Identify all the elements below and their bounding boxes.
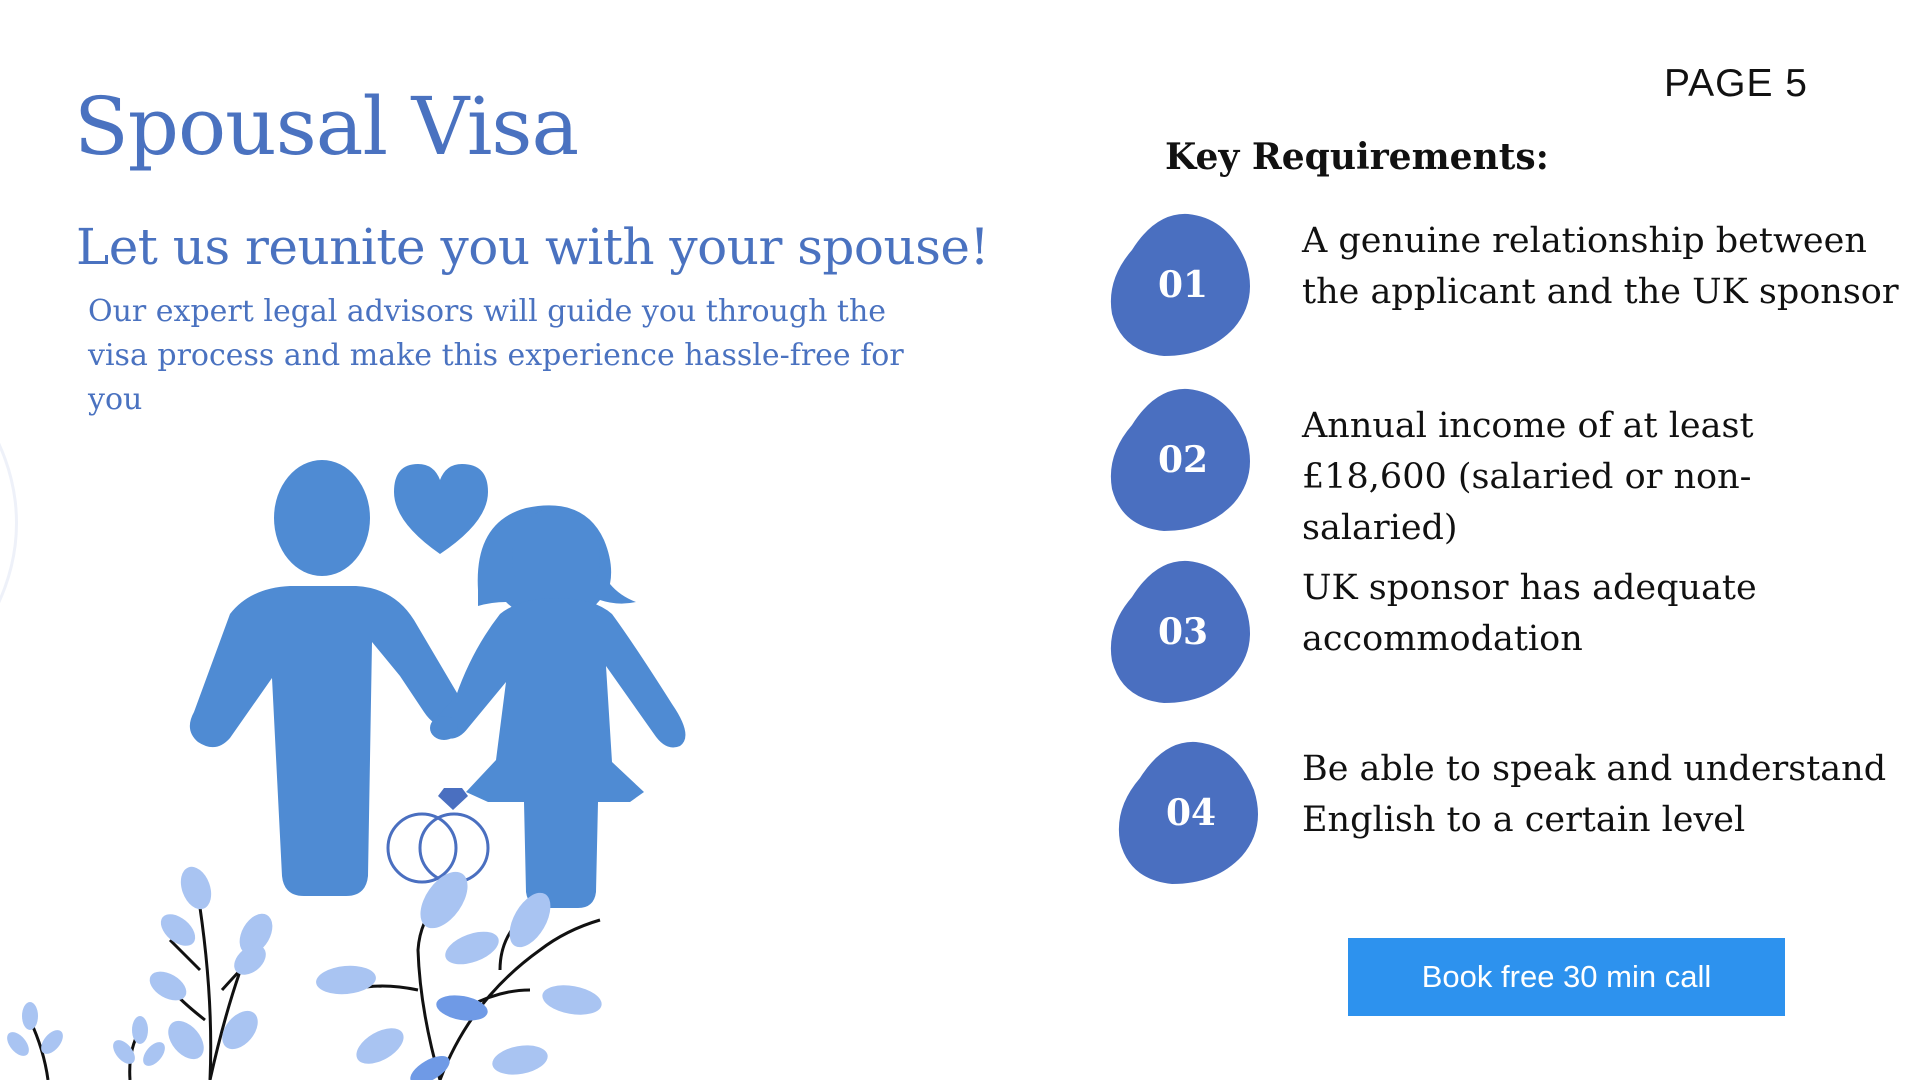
requirement-badge: 02 xyxy=(1108,385,1258,535)
requirement-text: UK sponsor has adequate accommodation xyxy=(1302,568,1757,659)
requirement-text: A genuine relationship between the appli… xyxy=(1302,221,1899,312)
requirements-list: 01 A genuine relationship between the ap… xyxy=(0,0,1920,1080)
requirement-text: Annual income of at least £18,600 (salar… xyxy=(1302,406,1754,548)
requirement-badge: 01 xyxy=(1108,210,1258,360)
requirement-item: 03 UK sponsor has adequate accommodation xyxy=(1108,557,1908,707)
requirement-item: 01 A genuine relationship between the ap… xyxy=(1108,210,1908,360)
requirement-number: 04 xyxy=(1165,792,1217,834)
requirement-badge: 04 xyxy=(1116,738,1266,888)
page: PAGE 5 Spousal Visa Let us reunite you w… xyxy=(0,0,1920,1080)
book-call-button[interactable]: Book free 30 min call xyxy=(1348,938,1785,1016)
requirement-badge: 03 xyxy=(1108,557,1258,707)
requirement-number: 02 xyxy=(1157,439,1209,481)
requirement-text: Be able to speak and understand English … xyxy=(1302,749,1887,840)
requirement-item: 02 Annual income of at least £18,600 (sa… xyxy=(1108,385,1908,548)
requirement-number: 03 xyxy=(1157,611,1209,653)
requirement-item: 04 Be able to speak and understand Engli… xyxy=(1116,738,1916,888)
requirement-number: 01 xyxy=(1157,264,1209,306)
